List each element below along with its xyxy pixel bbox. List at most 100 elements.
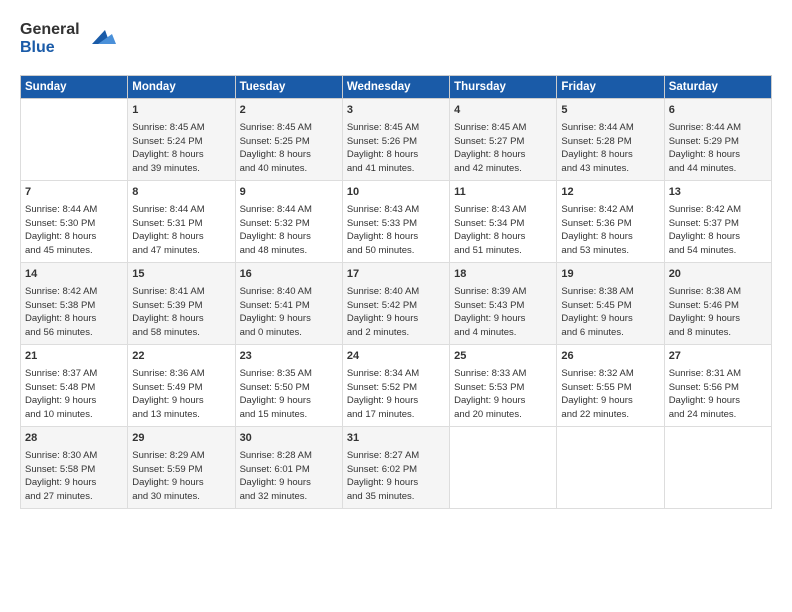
day-info-line: Sunrise: 8:44 AM	[25, 203, 123, 217]
day-info-line: and 13 minutes.	[132, 408, 230, 422]
day-info-line: and 27 minutes.	[25, 490, 123, 504]
day-info-line: Sunset: 5:48 PM	[25, 381, 123, 395]
day-info-line: and 47 minutes.	[132, 244, 230, 258]
day-number: 18	[454, 267, 552, 283]
day-info-line: Sunrise: 8:43 AM	[454, 203, 552, 217]
day-number: 8	[132, 185, 230, 201]
day-info-line: and 10 minutes.	[25, 408, 123, 422]
day-info-line: and 8 minutes.	[669, 326, 767, 340]
logo-text: General Blue	[20, 16, 130, 65]
day-info-line: Sunset: 5:32 PM	[240, 217, 338, 231]
day-info-line: Sunset: 5:41 PM	[240, 299, 338, 313]
calendar-row-2: 14Sunrise: 8:42 AMSunset: 5:38 PMDayligh…	[21, 263, 772, 345]
day-number: 16	[240, 267, 338, 283]
day-info-line: and 24 minutes.	[669, 408, 767, 422]
day-info-line: Sunrise: 8:44 AM	[132, 203, 230, 217]
day-info-line: Sunrise: 8:45 AM	[132, 121, 230, 135]
day-info-line: Sunrise: 8:43 AM	[347, 203, 445, 217]
weekday-header-tuesday: Tuesday	[235, 76, 342, 99]
calendar-row-1: 7Sunrise: 8:44 AMSunset: 5:30 PMDaylight…	[21, 181, 772, 263]
calendar-row-4: 28Sunrise: 8:30 AMSunset: 5:58 PMDayligh…	[21, 427, 772, 509]
day-info-line: Daylight: 8 hours	[347, 230, 445, 244]
day-info-line: and 0 minutes.	[240, 326, 338, 340]
day-info-line: and 15 minutes.	[240, 408, 338, 422]
day-info-line: and 32 minutes.	[240, 490, 338, 504]
day-number: 10	[347, 185, 445, 201]
day-info-line: Sunrise: 8:41 AM	[132, 285, 230, 299]
day-number: 25	[454, 349, 552, 365]
day-info-line: Daylight: 8 hours	[240, 148, 338, 162]
calendar-cell: 1Sunrise: 8:45 AMSunset: 5:24 PMDaylight…	[128, 99, 235, 181]
day-info-line: Sunset: 5:49 PM	[132, 381, 230, 395]
day-info-line: Daylight: 9 hours	[669, 394, 767, 408]
day-info-line: Sunrise: 8:30 AM	[25, 449, 123, 463]
day-info-line: and 20 minutes.	[454, 408, 552, 422]
day-info-line: Sunset: 5:26 PM	[347, 135, 445, 149]
day-info-line: Daylight: 9 hours	[240, 312, 338, 326]
page: General Blue SundayMondayTuesdayWednesda…	[0, 0, 792, 612]
day-info-line: Sunset: 5:55 PM	[561, 381, 659, 395]
calendar-cell: 11Sunrise: 8:43 AMSunset: 5:34 PMDayligh…	[450, 181, 557, 263]
day-info-line: and 54 minutes.	[669, 244, 767, 258]
day-info-line: and 44 minutes.	[669, 162, 767, 176]
day-number: 13	[669, 185, 767, 201]
day-info-line: Sunset: 5:59 PM	[132, 463, 230, 477]
day-number: 21	[25, 349, 123, 365]
day-number: 23	[240, 349, 338, 365]
calendar-cell: 4Sunrise: 8:45 AMSunset: 5:27 PMDaylight…	[450, 99, 557, 181]
day-number: 3	[347, 103, 445, 119]
day-info-line: Daylight: 9 hours	[561, 312, 659, 326]
svg-text:General: General	[20, 21, 80, 38]
day-info-line: Daylight: 8 hours	[669, 230, 767, 244]
day-info-line: Sunset: 5:53 PM	[454, 381, 552, 395]
day-info-line: Sunset: 5:29 PM	[669, 135, 767, 149]
calendar-cell: 27Sunrise: 8:31 AMSunset: 5:56 PMDayligh…	[664, 345, 771, 427]
calendar-cell: 22Sunrise: 8:36 AMSunset: 5:49 PMDayligh…	[128, 345, 235, 427]
day-info-line: and 58 minutes.	[132, 326, 230, 340]
day-info-line: Daylight: 9 hours	[132, 394, 230, 408]
header: General Blue	[20, 16, 772, 65]
day-info-line: Daylight: 8 hours	[347, 148, 445, 162]
calendar-cell: 10Sunrise: 8:43 AMSunset: 5:33 PMDayligh…	[342, 181, 449, 263]
weekday-header-monday: Monday	[128, 76, 235, 99]
day-info-line: and 22 minutes.	[561, 408, 659, 422]
calendar-cell	[557, 427, 664, 509]
day-info-line: Sunset: 5:56 PM	[669, 381, 767, 395]
day-info-line: Sunset: 5:24 PM	[132, 135, 230, 149]
calendar-cell: 25Sunrise: 8:33 AMSunset: 5:53 PMDayligh…	[450, 345, 557, 427]
weekday-header-sunday: Sunday	[21, 76, 128, 99]
day-info-line: Daylight: 9 hours	[669, 312, 767, 326]
day-info-line: Sunset: 6:02 PM	[347, 463, 445, 477]
day-number: 26	[561, 349, 659, 365]
day-info-line: Sunrise: 8:36 AM	[132, 367, 230, 381]
day-info-line: Daylight: 8 hours	[454, 148, 552, 162]
day-info-line: Sunrise: 8:45 AM	[454, 121, 552, 135]
day-info-line: Daylight: 9 hours	[454, 394, 552, 408]
day-info-line: Sunset: 5:31 PM	[132, 217, 230, 231]
day-info-line: Sunset: 5:25 PM	[240, 135, 338, 149]
calendar-cell: 6Sunrise: 8:44 AMSunset: 5:29 PMDaylight…	[664, 99, 771, 181]
day-info-line: and 43 minutes.	[561, 162, 659, 176]
day-info-line: and 39 minutes.	[132, 162, 230, 176]
weekday-header-wednesday: Wednesday	[342, 76, 449, 99]
day-info-line: Daylight: 9 hours	[132, 476, 230, 490]
day-number: 28	[25, 431, 123, 447]
calendar-cell: 28Sunrise: 8:30 AMSunset: 5:58 PMDayligh…	[21, 427, 128, 509]
day-info-line: Sunrise: 8:31 AM	[669, 367, 767, 381]
day-info-line: and 35 minutes.	[347, 490, 445, 504]
calendar-cell: 3Sunrise: 8:45 AMSunset: 5:26 PMDaylight…	[342, 99, 449, 181]
day-info-line: Sunset: 5:50 PM	[240, 381, 338, 395]
day-info-line: Sunset: 5:34 PM	[454, 217, 552, 231]
calendar-cell: 15Sunrise: 8:41 AMSunset: 5:39 PMDayligh…	[128, 263, 235, 345]
day-number: 29	[132, 431, 230, 447]
day-number: 24	[347, 349, 445, 365]
day-info-line: and 6 minutes.	[561, 326, 659, 340]
day-info-line: Sunrise: 8:37 AM	[25, 367, 123, 381]
day-info-line: Daylight: 8 hours	[132, 148, 230, 162]
day-info-line: Sunrise: 8:38 AM	[561, 285, 659, 299]
day-info-line: Daylight: 8 hours	[25, 312, 123, 326]
day-number: 11	[454, 185, 552, 201]
day-info-line: and 17 minutes.	[347, 408, 445, 422]
day-number: 5	[561, 103, 659, 119]
day-number: 7	[25, 185, 123, 201]
